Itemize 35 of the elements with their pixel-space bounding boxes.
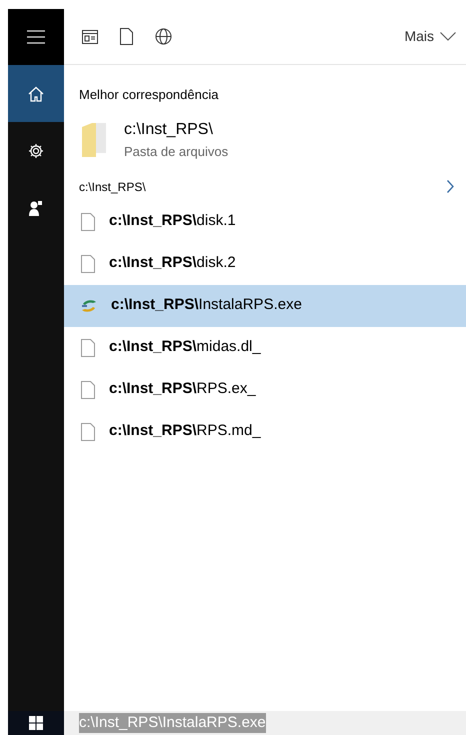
document-icon[interactable] xyxy=(120,28,133,45)
file-icon xyxy=(81,212,95,230)
result-item[interactable]: c:\Inst_RPS\InstalaRPS.exe xyxy=(64,284,466,326)
person-icon xyxy=(29,200,43,216)
best-match-item[interactable]: c:\Inst_RPS\ Pasta de arquivos xyxy=(64,114,466,164)
result-item[interactable]: c:\Inst_RPS\disk.2 xyxy=(64,242,466,284)
installer-icon xyxy=(81,298,97,314)
file-icon xyxy=(81,254,95,272)
more-button[interactable]: Mais xyxy=(404,26,456,47)
result-text: c:\Inst_RPS\RPS.md_ xyxy=(109,421,261,442)
file-icon xyxy=(81,422,95,440)
home-icon xyxy=(28,86,44,102)
section-header[interactable]: c:\Inst_RPS\ xyxy=(64,172,466,200)
result-text: c:\Inst_RPS\RPS.ex_ xyxy=(109,379,256,400)
result-text: c:\Inst_RPS\midas.dl_ xyxy=(109,337,261,358)
result-text: c:\Inst_RPS\disk.1 xyxy=(109,211,236,232)
file-icon xyxy=(81,380,95,398)
settings-icon xyxy=(28,142,44,158)
app-window-icon[interactable] xyxy=(82,30,98,44)
result-item[interactable]: c:\Inst_RPS\disk.1 xyxy=(64,200,466,242)
chevron-down-icon xyxy=(440,32,456,41)
globe-icon[interactable] xyxy=(155,28,172,45)
menu-icon xyxy=(27,30,45,44)
result-item[interactable]: c:\Inst_RPS\RPS.ex_ xyxy=(64,368,466,410)
windows-icon[interactable] xyxy=(29,716,43,730)
section-heading: Melhor correspondência xyxy=(79,86,218,104)
result-item[interactable]: c:\Inst_RPS\midas.dl_ xyxy=(64,326,466,368)
result-text: c:\Inst_RPS\InstalaRPS.exe xyxy=(111,295,302,316)
folder-icon xyxy=(82,122,106,156)
result-item[interactable]: c:\Inst_RPS\RPS.md_ xyxy=(64,410,466,452)
result-text: c:\Inst_RPS\disk.2 xyxy=(109,253,236,274)
file-icon xyxy=(81,338,95,356)
item-subtitle: Pasta de arquivos xyxy=(124,142,228,161)
item-title: c:\Inst_RPS\ xyxy=(124,120,214,140)
chevron-right-icon xyxy=(447,180,454,193)
